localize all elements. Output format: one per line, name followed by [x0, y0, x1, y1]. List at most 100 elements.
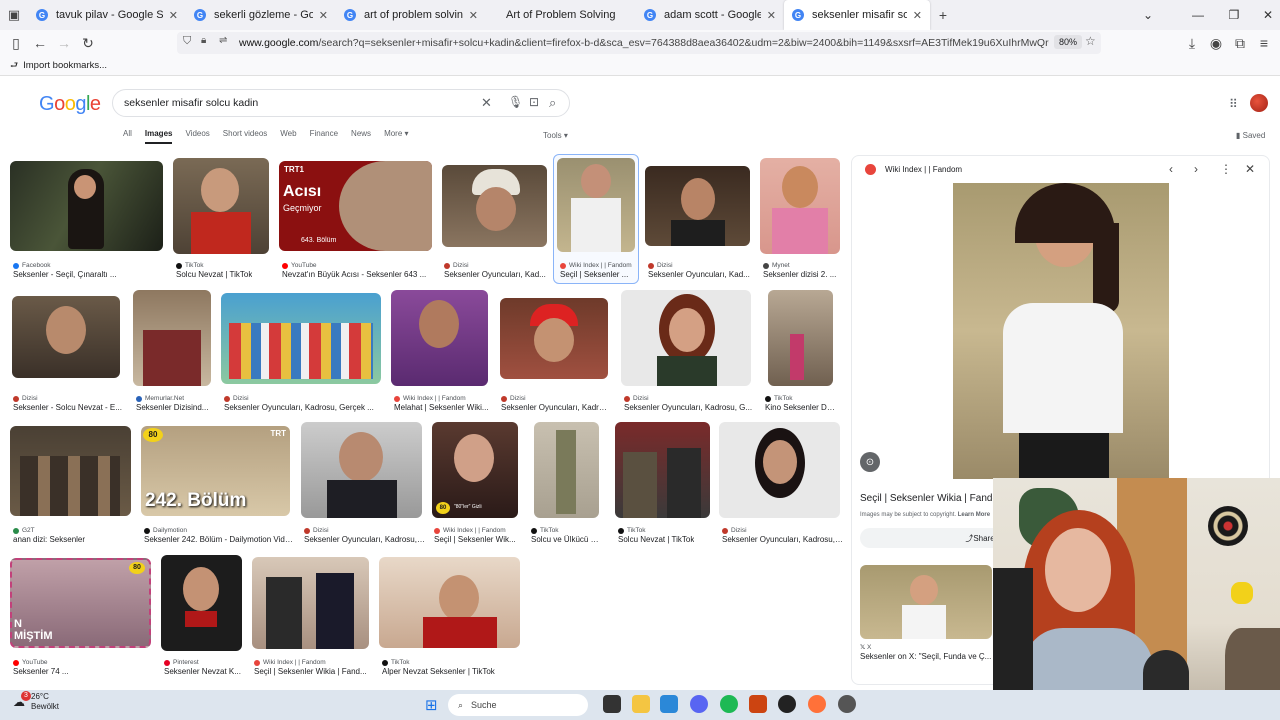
result-caption[interactable]: Seksenler - Solcu Nevzat - E... [13, 403, 122, 412]
tab-all[interactable]: All [123, 129, 132, 144]
close-tab-icon[interactable]: ✕ [767, 9, 776, 22]
result-image[interactable] [442, 165, 547, 247]
result-image[interactable]: TRT1 Acısı Geçmiyor 643. Bölüm [279, 161, 432, 251]
tools-button[interactable]: Tools ▾ [543, 131, 568, 140]
result-image[interactable] [500, 298, 608, 379]
list-all-tabs-icon[interactable]: ⌄ [1130, 0, 1166, 30]
bookmark-star-icon[interactable]: ☆ [1085, 34, 1096, 48]
new-tab-button[interactable]: + [930, 7, 956, 23]
result-caption[interactable]: Seçil | Seksenler Wikia | Fand... [254, 667, 367, 676]
task-view-icon[interactable] [603, 695, 621, 713]
tab-web[interactable]: Web [280, 129, 296, 144]
result-image[interactable] [719, 422, 840, 518]
result-image[interactable]: 80 N MİŞTİM [10, 558, 151, 648]
weather-widget[interactable]: ☁ 3 26°C Bewölkt [13, 691, 59, 712]
permissions-icon[interactable]: ⇌ [219, 35, 227, 46]
result-caption[interactable]: Seksenler Oyuncuları, Kadrosu, Gerçek ..… [224, 403, 374, 412]
result-caption[interactable]: Seksenler Oyuncuları, Kadrosu, G... [624, 403, 752, 412]
forward-button[interactable]: → [52, 31, 76, 55]
result-caption[interactable]: Alper Nevzat Seksenler | TikTok [382, 667, 495, 676]
result-caption[interactable]: Seksenler Oyuncuları, Kadrosu, ... [722, 535, 843, 544]
lens-icon[interactable]: ⊙ [860, 452, 880, 472]
result-image[interactable] [391, 290, 488, 386]
search-input[interactable] [124, 97, 464, 109]
obs-icon[interactable] [778, 695, 796, 713]
image-search-icon[interactable]: ⊡ [529, 95, 539, 109]
tab-sekerli-gozleme[interactable]: G sekerli gözleme - Google Search ✕ [186, 0, 336, 30]
tab-list-icon[interactable]: ▣ [0, 0, 28, 30]
result-caption[interactable]: Solcu ve Ülkücü Gi... [531, 535, 601, 544]
file-explorer-icon[interactable] [632, 695, 650, 713]
preview-image[interactable] [953, 183, 1169, 479]
close-window-icon[interactable]: ✕ [1250, 0, 1280, 30]
firefox-icon[interactable] [808, 695, 826, 713]
tab-news[interactable]: News [351, 129, 371, 144]
result-image[interactable] [621, 290, 751, 386]
result-caption[interactable]: Solcu Nevzat | TikTok [176, 270, 252, 279]
result-image[interactable] [173, 158, 269, 254]
result-caption[interactable]: Kino Seksenler De... [765, 403, 835, 412]
result-caption[interactable]: Seksenler 242. Bölüm - Dailymotion Video [144, 535, 293, 544]
saved-button[interactable]: ▮ Saved [1236, 131, 1265, 140]
result-image[interactable] [252, 557, 369, 649]
panel-source[interactable]: Wiki Index | | Fandom [885, 165, 962, 174]
url-text[interactable]: www.google.com/search?q=seksenler+misafi… [239, 37, 1049, 49]
result-caption[interactable]: Seksenler dizisi 2. ... [763, 270, 836, 279]
result-caption[interactable]: Seksenler Oyuncuları, Kad... [648, 270, 750, 279]
close-tab-icon[interactable]: ✕ [169, 9, 178, 22]
voice-search-icon[interactable]: 🎙︎ [508, 95, 523, 109]
tab-aops[interactable]: Art of Problem Solving [486, 0, 636, 30]
clear-search-icon[interactable]: ✕ [481, 95, 492, 111]
tab-tavuk-pilav[interactable]: G tavuk pilav - Google Search ✕ [28, 0, 186, 30]
tab-adam-scott[interactable]: G adam scott - Google Search ✕ [636, 0, 784, 30]
previous-icon[interactable]: ‹ [1169, 162, 1173, 176]
close-tab-icon[interactable]: ✕ [469, 9, 478, 22]
result-image[interactable]: 80 "80"ler" Gizli [432, 422, 518, 518]
result-image[interactable] [645, 166, 750, 246]
result-caption[interactable]: Seksenler Oyuncuları, Kadrosu, ... [304, 535, 425, 544]
reload-button[interactable]: ↻ [76, 31, 100, 55]
sidebar-toggle-icon[interactable]: ▯ [4, 31, 28, 55]
result-caption[interactable]: Nevzat'ın Büyük Acısı - Seksenler 643 ..… [282, 270, 426, 279]
google-logo[interactable]: Google [39, 93, 101, 116]
tab-finance[interactable]: Finance [310, 129, 338, 144]
related-caption[interactable]: Seksenler on X: "Seçil, Funda ve Ç... [860, 652, 991, 661]
tab-aops-olympiad[interactable]: G art of problem solving olympiad ✕ [336, 0, 486, 30]
account-icon[interactable]: ◉ [1204, 31, 1228, 55]
tab-images[interactable]: Images [144, 129, 173, 144]
result-caption[interactable]: anan dizi: Seksenler [13, 535, 85, 544]
extensions-icon[interactable]: ⧉ [1228, 31, 1252, 55]
result-caption[interactable]: Seçil | Seksenler Wik... [434, 535, 516, 544]
panel-title[interactable]: Seçil | Seksenler Wikia | Fandom [860, 493, 1006, 504]
result-image[interactable] [12, 296, 120, 378]
voicemeeter-icon[interactable] [749, 695, 767, 713]
related-image[interactable] [860, 565, 992, 639]
back-button[interactable]: ← [28, 31, 52, 55]
result-image[interactable] [615, 422, 710, 518]
tab-short-videos[interactable]: Short videos [223, 129, 267, 144]
minimize-icon[interactable]: — [1180, 0, 1216, 30]
result-image[interactable] [534, 422, 599, 518]
tab-more[interactable]: More ▾ [384, 129, 408, 144]
zoom-level[interactable]: 80% [1054, 35, 1083, 49]
tab-seksenler[interactable]: G seksenler misafir solcu kadin - G ✕ [784, 0, 930, 30]
menu-icon[interactable]: ≡ [1252, 31, 1276, 55]
learn-more-link[interactable]: Learn More [958, 512, 990, 518]
next-icon[interactable]: › [1194, 162, 1198, 176]
tab-videos[interactable]: Videos [185, 129, 209, 144]
search-icon[interactable]: ⌕ [549, 95, 556, 111]
close-tab-icon[interactable]: ✕ [913, 9, 922, 22]
lock-icon[interactable]: 🔒︎ [201, 35, 206, 46]
result-image[interactable]: 80 TRT 242. Bölüm [141, 426, 290, 516]
result-caption[interactable]: Solcu Nevzat | TikTok [618, 535, 694, 544]
app-icon[interactable] [838, 695, 856, 713]
discord-icon[interactable] [690, 695, 708, 713]
url-bar[interactable]: ⛉ 🔒︎ ⇌ www.google.com/search?q=seksenler… [177, 32, 1101, 54]
result-caption[interactable]: Seksenler Oyuncuları, Kadro... [501, 403, 609, 412]
result-image[interactable] [10, 426, 131, 516]
result-caption[interactable]: Seçil | Seksenler ... [560, 270, 628, 279]
shield-icon[interactable]: ⛉ [183, 35, 191, 48]
import-bookmarks-link[interactable]: Import bookmarks... [23, 60, 107, 71]
close-tab-icon[interactable]: ✕ [319, 9, 328, 22]
result-image[interactable] [557, 158, 635, 252]
